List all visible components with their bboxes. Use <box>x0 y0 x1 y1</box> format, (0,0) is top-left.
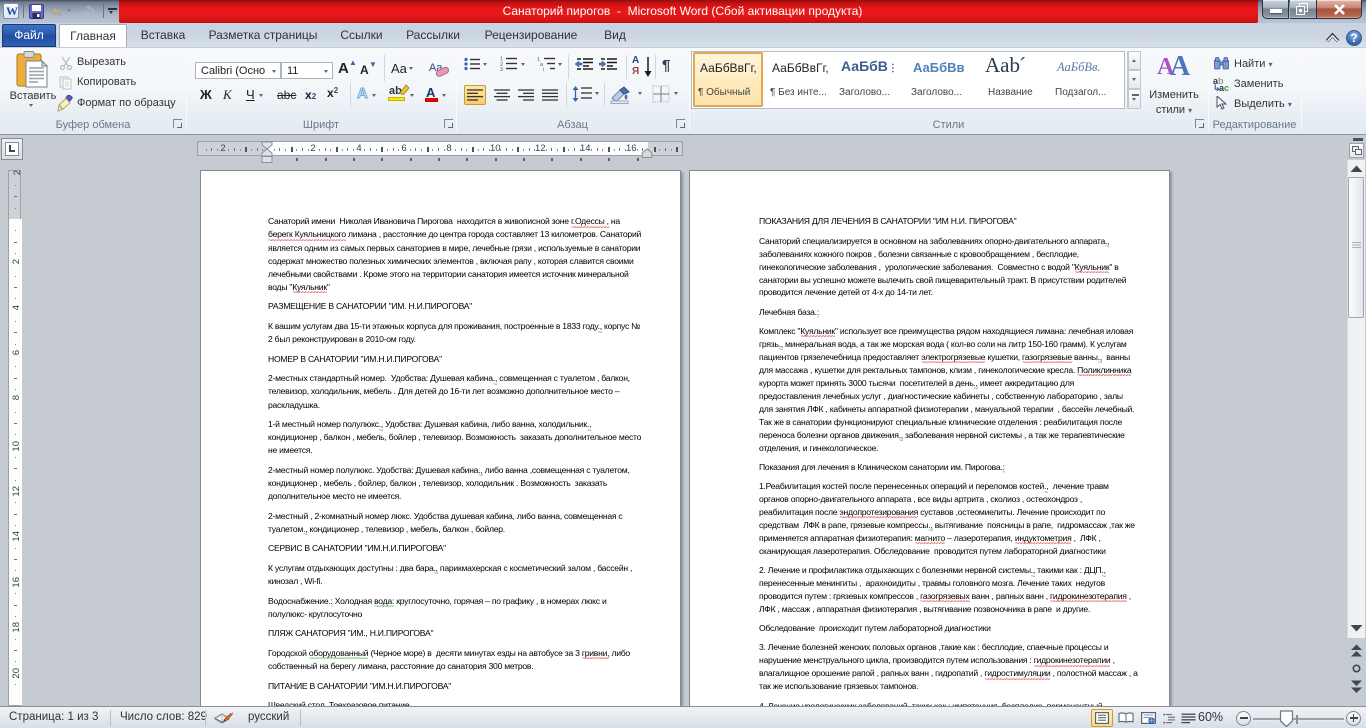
svg-text:3: 3 <box>500 67 503 71</box>
svg-text:i: i <box>543 67 544 71</box>
